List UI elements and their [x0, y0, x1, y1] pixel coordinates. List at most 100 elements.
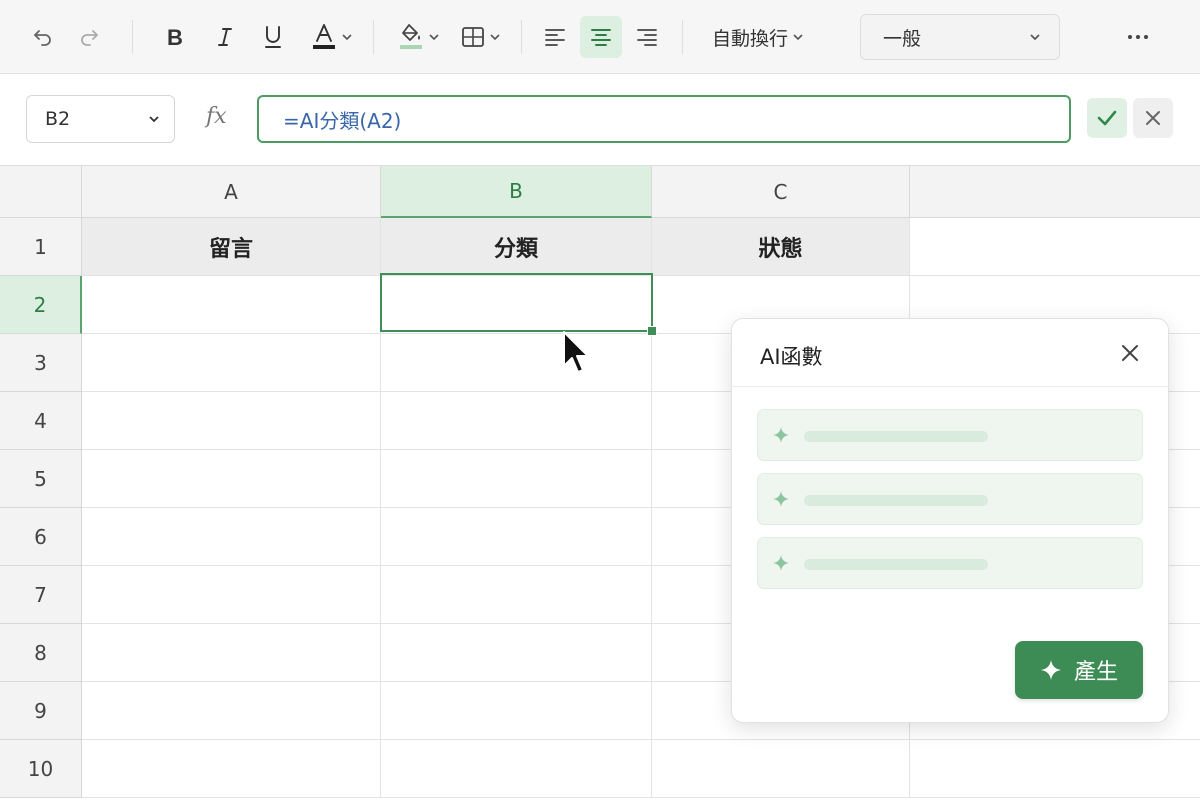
cell-a9[interactable] — [82, 682, 381, 740]
font-color-button[interactable] — [306, 16, 356, 58]
wrap-text-dropdown[interactable]: 自動換行 — [700, 16, 815, 58]
select-all-corner[interactable] — [0, 166, 82, 218]
cell-a2[interactable] — [82, 276, 381, 334]
cell-b4[interactable] — [381, 392, 652, 450]
cell-c1[interactable]: 狀態 — [652, 218, 910, 276]
bold-icon: B — [167, 25, 183, 49]
row-header-2[interactable]: 2 — [0, 276, 82, 334]
sparkle-icon — [773, 555, 789, 571]
toolbar-divider — [373, 20, 374, 54]
cell-d1[interactable] — [910, 218, 1200, 276]
underline-button[interactable] — [258, 16, 288, 58]
italic-button[interactable] — [210, 16, 240, 58]
align-center-icon — [591, 29, 611, 46]
wrap-text-label: 自動換行 — [711, 27, 788, 50]
confirm-formula-button[interactable] — [1087, 98, 1127, 138]
sparkle-icon — [1040, 660, 1061, 680]
row-header-9[interactable]: 9 — [0, 682, 82, 740]
column-header-b[interactable]: B — [381, 166, 652, 218]
align-right-button[interactable] — [628, 16, 666, 58]
chevron-down-icon — [428, 34, 439, 41]
loading-bar — [804, 559, 988, 570]
italic-icon — [218, 28, 232, 46]
chevron-down-icon — [149, 116, 159, 123]
align-left-icon — [545, 29, 565, 46]
chevron-down-icon — [341, 34, 352, 41]
mouse-cursor-icon — [563, 331, 589, 373]
formula-text: =AI分類(A2) — [283, 108, 402, 133]
cell-b6[interactable] — [381, 508, 652, 566]
cancel-formula-button[interactable] — [1133, 98, 1173, 138]
cell-a5[interactable] — [82, 450, 381, 508]
generate-button[interactable]: 產生 — [1015, 641, 1143, 699]
row-header-4[interactable]: 4 — [0, 392, 82, 450]
row-header-8[interactable]: 8 — [0, 624, 82, 682]
cell-a7[interactable] — [82, 566, 381, 624]
sparkle-icon — [773, 427, 789, 443]
column-header-a[interactable]: A — [82, 166, 381, 218]
row-header-3[interactable]: 3 — [0, 334, 82, 392]
row-header-7[interactable]: 7 — [0, 566, 82, 624]
redo-icon — [81, 30, 98, 46]
sparkle-icon — [773, 491, 789, 507]
cell-a3[interactable] — [82, 334, 381, 392]
bold-button[interactable]: B — [160, 16, 190, 58]
cell-d10[interactable] — [910, 740, 1200, 798]
row-header-5[interactable]: 5 — [0, 450, 82, 508]
cell-b7[interactable] — [381, 566, 652, 624]
cell-b10[interactable] — [381, 740, 652, 798]
more-button[interactable] — [1120, 16, 1156, 58]
cell-a4[interactable] — [82, 392, 381, 450]
toolbar-divider — [132, 20, 133, 54]
cell-c10[interactable] — [652, 740, 910, 798]
toolbar-divider — [521, 20, 522, 54]
cell-b1[interactable]: 分類 — [381, 218, 652, 276]
cell-a6[interactable] — [82, 508, 381, 566]
row-header-1[interactable]: 1 — [0, 218, 82, 276]
row-header-6[interactable]: 6 — [0, 508, 82, 566]
loading-bar — [804, 495, 988, 506]
fx-icon: fx — [206, 104, 227, 129]
cell-a10[interactable] — [82, 740, 381, 798]
close-icon — [1122, 345, 1138, 361]
formula-bar: B2 fx =AI分類(A2) — [0, 74, 1200, 166]
number-format-label: 一般 — [883, 27, 922, 50]
suggestion-placeholder[interactable] — [757, 473, 1143, 525]
svg-text:B: B — [167, 25, 183, 49]
font-color-icon — [312, 24, 335, 49]
align-center-button[interactable] — [580, 16, 622, 58]
cell-b5[interactable] — [381, 450, 652, 508]
fill-handle[interactable] — [647, 326, 657, 336]
selected-cell-outline — [380, 273, 653, 332]
cell-b3[interactable] — [381, 334, 652, 392]
column-header-d[interactable] — [910, 166, 1200, 218]
cell-b9[interactable] — [381, 682, 652, 740]
toolbar-divider — [682, 20, 683, 54]
redo-button[interactable] — [74, 16, 104, 58]
formula-input[interactable]: =AI分類(A2) — [257, 95, 1071, 143]
row-header-10[interactable]: 10 — [0, 740, 82, 798]
chevron-down-icon — [489, 34, 500, 41]
undo-icon — [34, 30, 51, 46]
loading-bar — [804, 431, 988, 442]
ai-function-panel: AI函數 產生 — [731, 318, 1169, 723]
fill-color-button[interactable] — [394, 16, 442, 58]
undo-button[interactable] — [28, 16, 58, 58]
name-box[interactable]: B2 — [26, 95, 175, 143]
cell-a1[interactable]: 留言 — [82, 218, 381, 276]
column-header-c[interactable]: C — [652, 166, 910, 218]
more-icon — [1128, 35, 1148, 39]
borders-icon — [461, 27, 484, 47]
chevron-down-icon — [1030, 34, 1040, 41]
cell-a8[interactable] — [82, 624, 381, 682]
check-icon — [1097, 110, 1117, 126]
cell-b8[interactable] — [381, 624, 652, 682]
suggestion-placeholder[interactable] — [757, 537, 1143, 589]
number-format-select[interactable]: 一般 — [860, 14, 1060, 60]
align-left-button[interactable] — [536, 16, 574, 58]
underline-icon — [265, 26, 281, 48]
borders-button[interactable] — [455, 16, 505, 58]
panel-close-button[interactable] — [1118, 341, 1142, 365]
suggestion-placeholder[interactable] — [757, 409, 1143, 461]
generate-button-label: 產生 — [1073, 660, 1118, 685]
